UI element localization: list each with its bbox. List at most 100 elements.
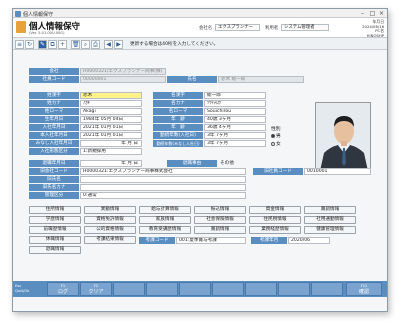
- old-employee-code-field[interactable]: 0010001: [304, 168, 371, 175]
- pc-value: HINOSHP: [366, 32, 384, 38]
- radio-checked-icon: [271, 133, 275, 138]
- surname-kana-label: 姓カナ: [29, 100, 79, 107]
- join-type-label: 入社形態区分: [29, 148, 79, 155]
- old-company-field[interactable]: H0000321:エクスプランナー商事株式会社: [80, 168, 246, 175]
- f12-button[interactable]: F12 確認: [346, 282, 382, 296]
- service-years-field: 3年 7ヶ月: [204, 132, 266, 139]
- old-name-label: 旧氏名: [29, 176, 79, 183]
- copy-icon[interactable]: ⧉: [48, 39, 57, 49]
- transfer-info-button[interactable]: 異動情報: [84, 206, 136, 214]
- surname-kanji-field[interactable]: 赤木: [80, 92, 142, 99]
- social-insurance-button[interactable]: 社会保険情報: [194, 216, 246, 224]
- evaluation-code-select[interactable]: 001:夏季賞与考課: [176, 236, 246, 244]
- deemed-join-date-label: みなし入社年月日: [29, 140, 79, 147]
- app-header: 個人情報保守 (Ver. 5.01.00U.00G) 会社名 エクスプランナー …: [13, 18, 387, 38]
- company-header-label: 会社名: [199, 26, 213, 31]
- public-qualification-button[interactable]: 公的資格情報: [84, 226, 136, 234]
- deemed-join-date-field[interactable]: 年 月 日: [80, 140, 142, 147]
- toolbar: ≡ ↻ ✎ ⧉ + 🗑 ⌕ ⎙ ◀ ▶ 更新する場合は40桁を入力してください。: [13, 38, 387, 50]
- age-label: 年 齢: [153, 116, 203, 123]
- old-name-kana-field[interactable]: [80, 184, 246, 191]
- join-date-field[interactable]: 2021年 01月 01日: [80, 124, 142, 131]
- minimize-button[interactable]: –: [358, 10, 367, 17]
- award-info-button[interactable]: 賞罰情報: [304, 206, 356, 214]
- company-field[interactable]: H0000321/エクスプランナー商事(株): [80, 68, 166, 75]
- join-type-select[interactable]: 1:新規採用: [80, 148, 142, 155]
- commute-info-button[interactable]: 社用通勤情報: [304, 216, 356, 224]
- employee-code-field[interactable]: 00000001: [80, 76, 166, 83]
- main-join-date-field[interactable]: 2021年 01月 01日: [80, 132, 142, 139]
- employee-code-label: 社員コード: [29, 76, 79, 83]
- surname-roman-field[interactable]: Akagi: [80, 108, 142, 115]
- address-info-button[interactable]: 住所情報: [29, 206, 81, 214]
- search-icon[interactable]: ⌕: [81, 39, 90, 49]
- retire-reason-value: その他: [220, 161, 234, 166]
- f12-label-text: 確認: [358, 289, 369, 295]
- education-info-button[interactable]: 学歴情報: [29, 216, 81, 224]
- evaluation-year-select[interactable]: 2020/06: [288, 236, 330, 244]
- f4-button[interactable]: [146, 282, 178, 296]
- retire-reason-label: 退職事由: [167, 160, 217, 167]
- f2-button[interactable]: F2 クリア: [80, 282, 112, 296]
- f9-button[interactable]: [311, 282, 343, 296]
- f8-button[interactable]: [278, 282, 310, 296]
- f7-button[interactable]: [245, 282, 277, 296]
- status-message: 更新する場合は40桁を入力してください。: [130, 42, 219, 47]
- edit-icon[interactable]: ✎: [38, 39, 47, 49]
- given-kana-label: 名カナ: [153, 100, 203, 107]
- family-info-button[interactable]: 家族情報: [139, 216, 191, 224]
- list-icon[interactable]: ≡: [15, 39, 24, 49]
- given-kanji-label: 名漢字: [153, 92, 203, 99]
- esc-hint: Esc Quit/Ok: [15, 283, 29, 293]
- bank-transfer-button[interactable]: 振込情報: [194, 206, 246, 214]
- company-header-value: エクスプランナー: [215, 23, 260, 31]
- esc-action-text: Quit/Ok: [15, 288, 30, 293]
- admin-class-select[interactable]: 0:通常: [80, 192, 246, 199]
- app-window: 個人情報保守 – □ × 個人情報保守 (Ver. 5.01.00U.00G) …: [12, 8, 388, 312]
- age2-field: 36歳 4ヶ月: [204, 124, 266, 131]
- new-icon[interactable]: +: [58, 39, 67, 49]
- work-history-button[interactable]: 業務経歴情報: [249, 226, 301, 234]
- close-button[interactable]: ×: [377, 10, 386, 17]
- employee-photo: [315, 102, 371, 170]
- retirement-info-button[interactable]: 退職情報: [29, 246, 81, 254]
- maximize-button[interactable]: □: [368, 10, 377, 17]
- birth-date-field[interactable]: 1984年 05月 04日: [80, 116, 142, 123]
- f3-button[interactable]: [113, 282, 145, 296]
- form-area: 会社 H0000321/エクスプランナー商事(株) 社員コード 00000001…: [13, 50, 387, 297]
- surname-kana-field[interactable]: ｱｶｷﾞ: [80, 100, 142, 107]
- user-header-value: システム管理者: [281, 23, 329, 31]
- discipline-info-button[interactable]: 賞罰情報: [194, 226, 246, 234]
- join-date-label: 入社年月日: [29, 124, 79, 131]
- delete-icon[interactable]: 🗑: [71, 39, 80, 49]
- refresh-icon[interactable]: ↻: [25, 39, 34, 49]
- folder-icon: [16, 21, 26, 33]
- age-field: 40歳 3ヶ月: [204, 116, 266, 123]
- old-name-field[interactable]: [80, 176, 246, 183]
- career-history-button[interactable]: 前職歴情報: [29, 226, 81, 234]
- f1-button[interactable]: F1 ログ: [47, 282, 79, 296]
- f6-button[interactable]: [212, 282, 244, 296]
- evaluation-result-button[interactable]: 考課結果情報: [84, 236, 136, 244]
- given-kana-field[interactable]: ｿｳｲﾁﾛｳ: [204, 100, 266, 107]
- print-icon[interactable]: ⎙: [91, 39, 100, 49]
- prev-icon[interactable]: ◀: [104, 39, 113, 49]
- next-icon[interactable]: ▶: [114, 39, 123, 49]
- f5-button[interactable]: [179, 282, 211, 296]
- retire-date-field[interactable]: 年 月 日: [80, 160, 142, 167]
- name-field[interactable]: 赤木 総一郎: [218, 76, 304, 83]
- gender-female-radio[interactable]: 女: [271, 140, 281, 147]
- health-info-button[interactable]: 健康管理情報: [304, 226, 356, 234]
- leave-info-button[interactable]: 休職情報: [29, 236, 81, 244]
- service-years-label: 勤続年数(入社日): [153, 132, 203, 139]
- fund-info-button[interactable]: 資金情報: [249, 206, 301, 214]
- given-roman-label: 名ローマ: [153, 108, 203, 115]
- gender-male-radio[interactable]: 男: [271, 132, 281, 139]
- license-info-button[interactable]: 資格免許情報: [84, 216, 136, 224]
- old-company-label: 旧会社コード: [29, 168, 79, 175]
- payroll-info-button[interactable]: 給与計算情報: [139, 206, 191, 214]
- resident-tax-button[interactable]: 住民税情報: [249, 216, 301, 224]
- training-history-button[interactable]: 教育受講歴情報: [139, 226, 191, 234]
- given-kanji-field[interactable]: 総一郎: [204, 92, 266, 99]
- given-roman-field[interactable]: Souichirou: [204, 108, 266, 115]
